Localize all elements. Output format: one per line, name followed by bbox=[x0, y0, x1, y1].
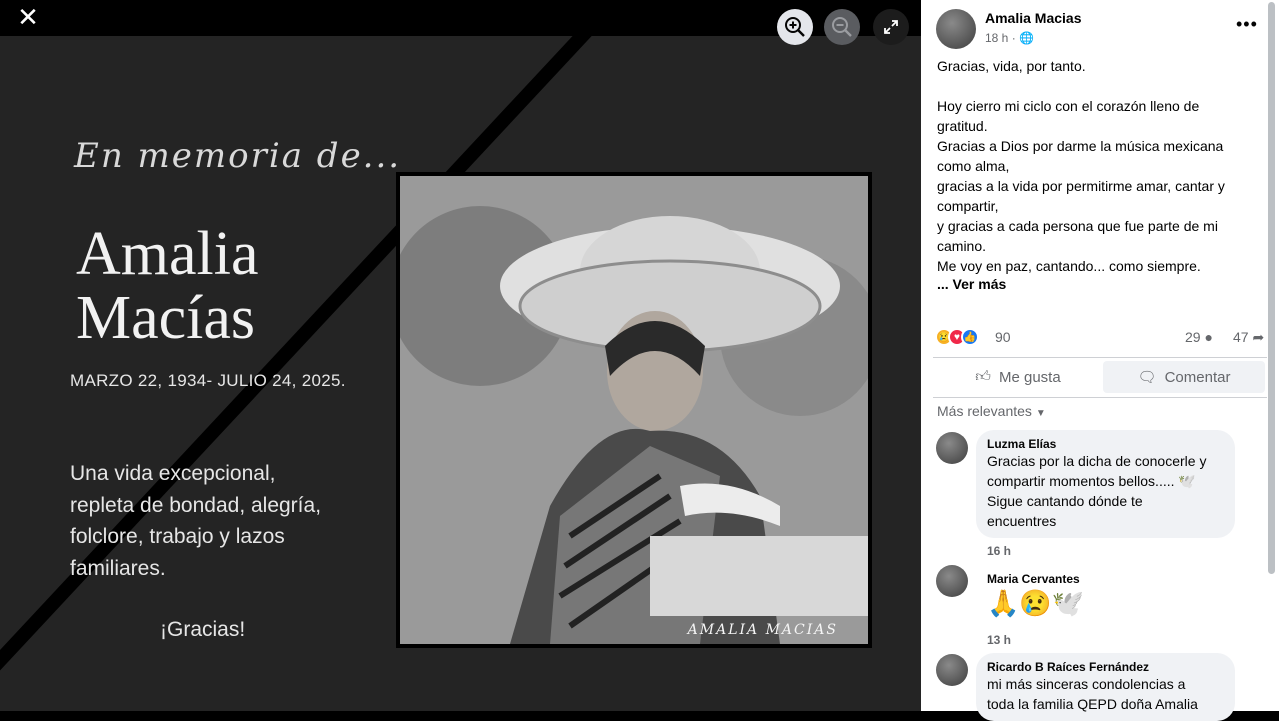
memorial-script-title: En memoria de... bbox=[74, 136, 402, 176]
fullscreen-button[interactable] bbox=[873, 9, 909, 45]
comment-text-line: compartir momentos bellos..... 🕊️ bbox=[987, 473, 1196, 489]
divider bbox=[933, 397, 1267, 398]
share-count-value: 47 bbox=[1233, 329, 1249, 345]
comment-count[interactable]: 29 ● bbox=[1185, 329, 1213, 345]
share-arrow-icon: ➦ bbox=[1252, 329, 1265, 345]
tribute-text: Una vida excepcional, repleta de bondad,… bbox=[70, 458, 370, 584]
like-button[interactable]: 👍︎ Me gusta bbox=[937, 361, 1099, 393]
comment-button[interactable]: 🗨︎ Comentar bbox=[1103, 361, 1265, 393]
post-text-line: Gracias, vida, por tanto. bbox=[937, 58, 1086, 74]
post-text-line: Hoy cierro mi ciclo con el corazón lleno… bbox=[937, 98, 1200, 114]
zoom-out-button[interactable] bbox=[824, 9, 860, 45]
zoom-in-button[interactable] bbox=[777, 9, 813, 45]
like-button-label: Me gusta bbox=[998, 368, 1061, 386]
post-text-line: como alma, bbox=[937, 158, 1010, 174]
tribute-line: familiares. bbox=[70, 556, 166, 580]
reaction-icons[interactable]: 😢 ♥ 👍 bbox=[935, 328, 979, 346]
zoom-in-icon bbox=[785, 17, 805, 37]
zoom-out-icon bbox=[832, 17, 852, 37]
post-text-line: Gracias a Dios por darme la música mexic… bbox=[937, 138, 1224, 154]
comment-emoji-line: 🙏😢🕊️ bbox=[987, 588, 1085, 618]
comment-icon: 🗨︎ bbox=[1137, 369, 1157, 386]
comment-bubble-icon: ● bbox=[1204, 329, 1213, 345]
fullscreen-icon bbox=[884, 20, 898, 34]
comment-sort-dropdown[interactable]: Más relevantes ▼ bbox=[937, 403, 1046, 419]
author-avatar[interactable] bbox=[936, 9, 976, 49]
commenter-avatar[interactable] bbox=[936, 654, 968, 686]
post-text-line: gracias a la vida por permitirme amar, c… bbox=[937, 178, 1225, 194]
comment-text-line: Gracias por la dicha de conocerle y bbox=[987, 453, 1207, 469]
commenter-avatar[interactable] bbox=[936, 432, 968, 464]
commenter-name[interactable]: Luzma Elías bbox=[987, 437, 1224, 451]
portrait-illustration bbox=[400, 176, 868, 644]
more-options-button[interactable]: ••• bbox=[1236, 14, 1258, 35]
photo-viewer: ✕ En memoria de... Amalia Macías MARZO 2… bbox=[0, 0, 921, 711]
commenter-name[interactable]: Ricardo B Raíces Fernández bbox=[987, 660, 1224, 674]
tribute-line: folclore, trabajo y lazos bbox=[70, 525, 285, 548]
comment-text-line: toda la familia QEPD doña Amalia bbox=[987, 696, 1198, 712]
like-reaction-icon: 👍 bbox=[961, 328, 979, 346]
comment-text-line: Sigue cantando dónde te bbox=[987, 493, 1143, 509]
tribute-line: repleta de bondad, alegría, bbox=[70, 493, 322, 517]
share-count[interactable]: 47 ➦ bbox=[1233, 329, 1264, 346]
comment-bubble: Maria Cervantes 🙏😢🕊️ bbox=[976, 565, 1126, 627]
post-text-line: gratitud. bbox=[937, 118, 988, 134]
post-text-line: camino. bbox=[937, 238, 987, 254]
memorial-dates: MARZO 22, 1934- JULIO 24, 2025. bbox=[70, 371, 346, 390]
name-line-1: Amalia bbox=[76, 220, 259, 288]
thumbs-up-icon: 👍︎ bbox=[975, 368, 991, 385]
comment-time[interactable]: 13 h bbox=[987, 633, 1011, 647]
see-more-link[interactable]: ... Ver más bbox=[937, 276, 1006, 292]
comment-button-label: Comentar bbox=[1164, 368, 1231, 386]
photo-watermark: AMALIA MACIAS bbox=[687, 622, 838, 638]
comment-bubble: Luzma Elías Gracias por la dicha de cono… bbox=[976, 430, 1235, 538]
comment-sort-label: Más relevantes bbox=[937, 403, 1032, 419]
post-timestamp[interactable]: 18 h · 🌐 bbox=[985, 31, 1034, 45]
tribute-line: Una vida excepcional, bbox=[70, 462, 276, 485]
comment-text-line: mi más sinceras condolencias a bbox=[987, 676, 1186, 692]
comment-time[interactable]: 16 h bbox=[987, 544, 1011, 558]
memorial-photo: AMALIA MACIAS bbox=[396, 172, 872, 648]
author-name[interactable]: Amalia Macias bbox=[985, 10, 1082, 26]
post-text-line: Me voy en paz, cantando... como siempre. bbox=[937, 258, 1201, 274]
memorial-name: Amalia Macías bbox=[76, 222, 259, 350]
reaction-count[interactable]: 90 bbox=[995, 329, 1011, 345]
close-button[interactable]: ✕ bbox=[14, 4, 42, 32]
comment-text-line: encuentres bbox=[987, 513, 1057, 529]
commenter-avatar[interactable] bbox=[936, 565, 968, 597]
divider bbox=[933, 357, 1267, 358]
name-line-2: Macías bbox=[76, 284, 256, 352]
post-text-line: compartir, bbox=[937, 198, 999, 214]
post-text-line: y gracias a cada persona que fue parte d… bbox=[937, 218, 1218, 234]
caret-down-icon: ▼ bbox=[1035, 408, 1046, 419]
thanks-text: ¡Gracias! bbox=[160, 618, 246, 641]
comment-count-value: 29 bbox=[1185, 329, 1201, 345]
commenter-name[interactable]: Maria Cervantes bbox=[987, 572, 1115, 586]
panel-scrollbar[interactable] bbox=[1268, 2, 1275, 574]
